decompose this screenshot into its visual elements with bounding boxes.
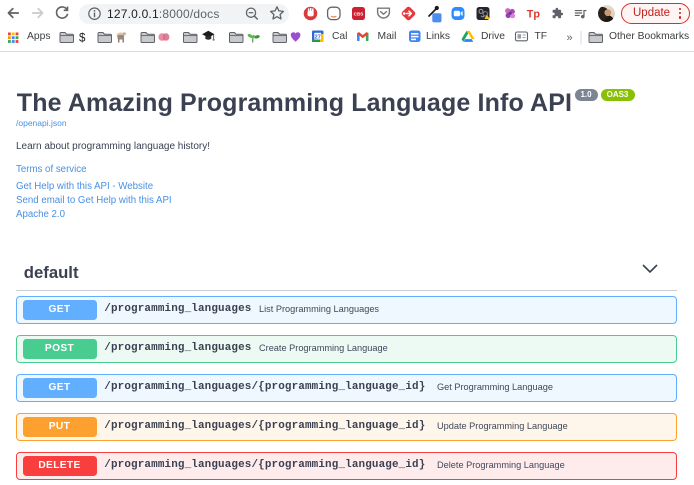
svg-text:$: $ <box>79 33 86 45</box>
svg-text:Tp: Tp <box>527 9 541 21</box>
svg-text:27: 27 <box>315 34 321 40</box>
svg-text:CBS: CBS <box>354 12 364 17</box>
svg-text:»: » <box>567 32 573 44</box>
